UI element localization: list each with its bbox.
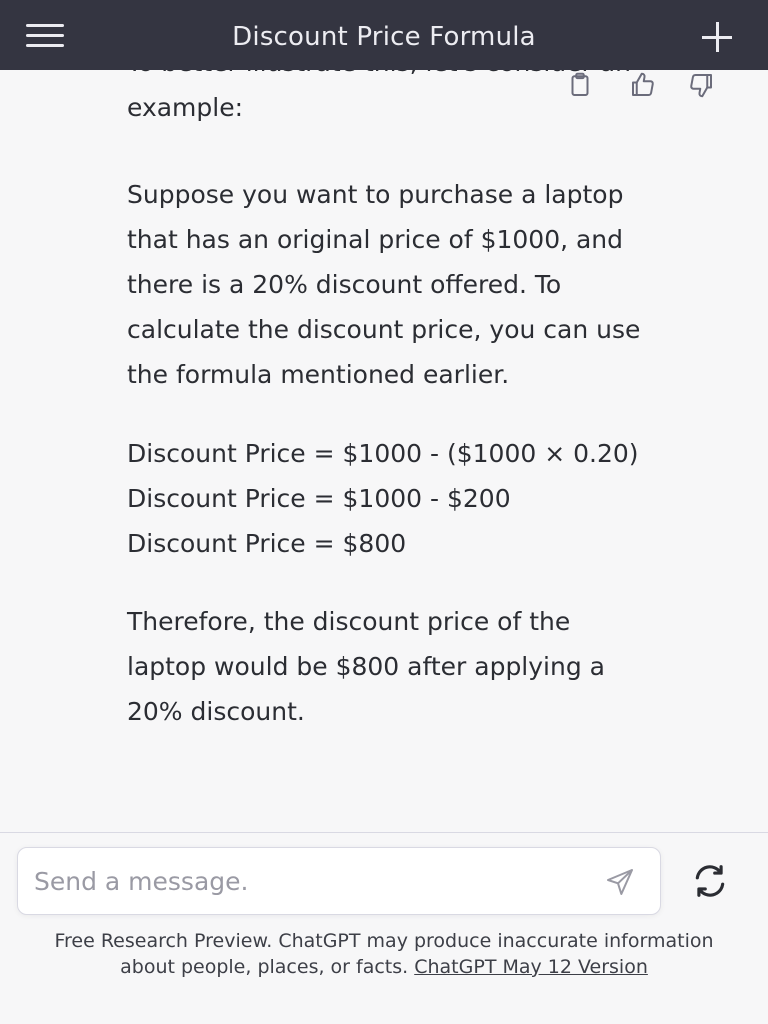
message-line: Discount Price = $1000 - ($1000 × 0.20) bbox=[127, 439, 639, 468]
top-bar: Discount Price Formula bbox=[0, 0, 768, 70]
clipboard-icon bbox=[571, 72, 589, 96]
thumbs-up-button[interactable] bbox=[626, 70, 660, 100]
message-line: Discount Price = $1000 - $200 bbox=[127, 484, 511, 513]
thumbs-down-button[interactable] bbox=[684, 70, 718, 100]
conversation-title: Discount Price Formula bbox=[232, 22, 536, 52]
message-paragraph: Suppose you want to purchase a laptop th… bbox=[127, 172, 727, 397]
regenerate-button[interactable] bbox=[690, 862, 730, 900]
thumbs-down-icon bbox=[690, 74, 712, 98]
message-paragraph: Therefore, the discount price of the lap… bbox=[127, 599, 727, 734]
composer-divider bbox=[0, 832, 768, 833]
paper-plane-icon bbox=[607, 869, 633, 895]
refresh-icon bbox=[695, 865, 725, 897]
disclaimer-footer: Free Research Preview. ChatGPT may produ… bbox=[30, 928, 738, 980]
new-chat-button[interactable] bbox=[698, 20, 738, 54]
message-line: that has an original price of $1000, and bbox=[127, 225, 624, 254]
message-line: 20% discount. bbox=[127, 697, 305, 726]
message-input[interactable] bbox=[34, 860, 594, 902]
message-composer bbox=[17, 847, 661, 915]
message-line: Suppose you want to purchase a laptop bbox=[127, 180, 624, 209]
message-line: laptop would be $800 after applying a bbox=[127, 652, 605, 681]
send-button[interactable] bbox=[602, 866, 638, 898]
copy-button[interactable] bbox=[563, 70, 597, 100]
message-paragraph: Discount Price = $1000 - ($1000 × 0.20) … bbox=[127, 431, 727, 566]
version-link[interactable]: ChatGPT May 12 Version bbox=[414, 956, 648, 978]
message-line: Therefore, the discount price of the bbox=[127, 607, 571, 636]
message-line: there is a 20% discount offered. To bbox=[127, 270, 562, 299]
conversation-area: To better illustrate this, let's conside… bbox=[0, 70, 768, 818]
message-line: the formula mentioned earlier. bbox=[127, 360, 510, 389]
plus-icon-stroke bbox=[716, 22, 719, 52]
message-line: Discount Price = $800 bbox=[127, 529, 407, 558]
thumbs-up-icon bbox=[632, 72, 654, 96]
message-line: calculate the discount price, you can us… bbox=[127, 315, 641, 344]
